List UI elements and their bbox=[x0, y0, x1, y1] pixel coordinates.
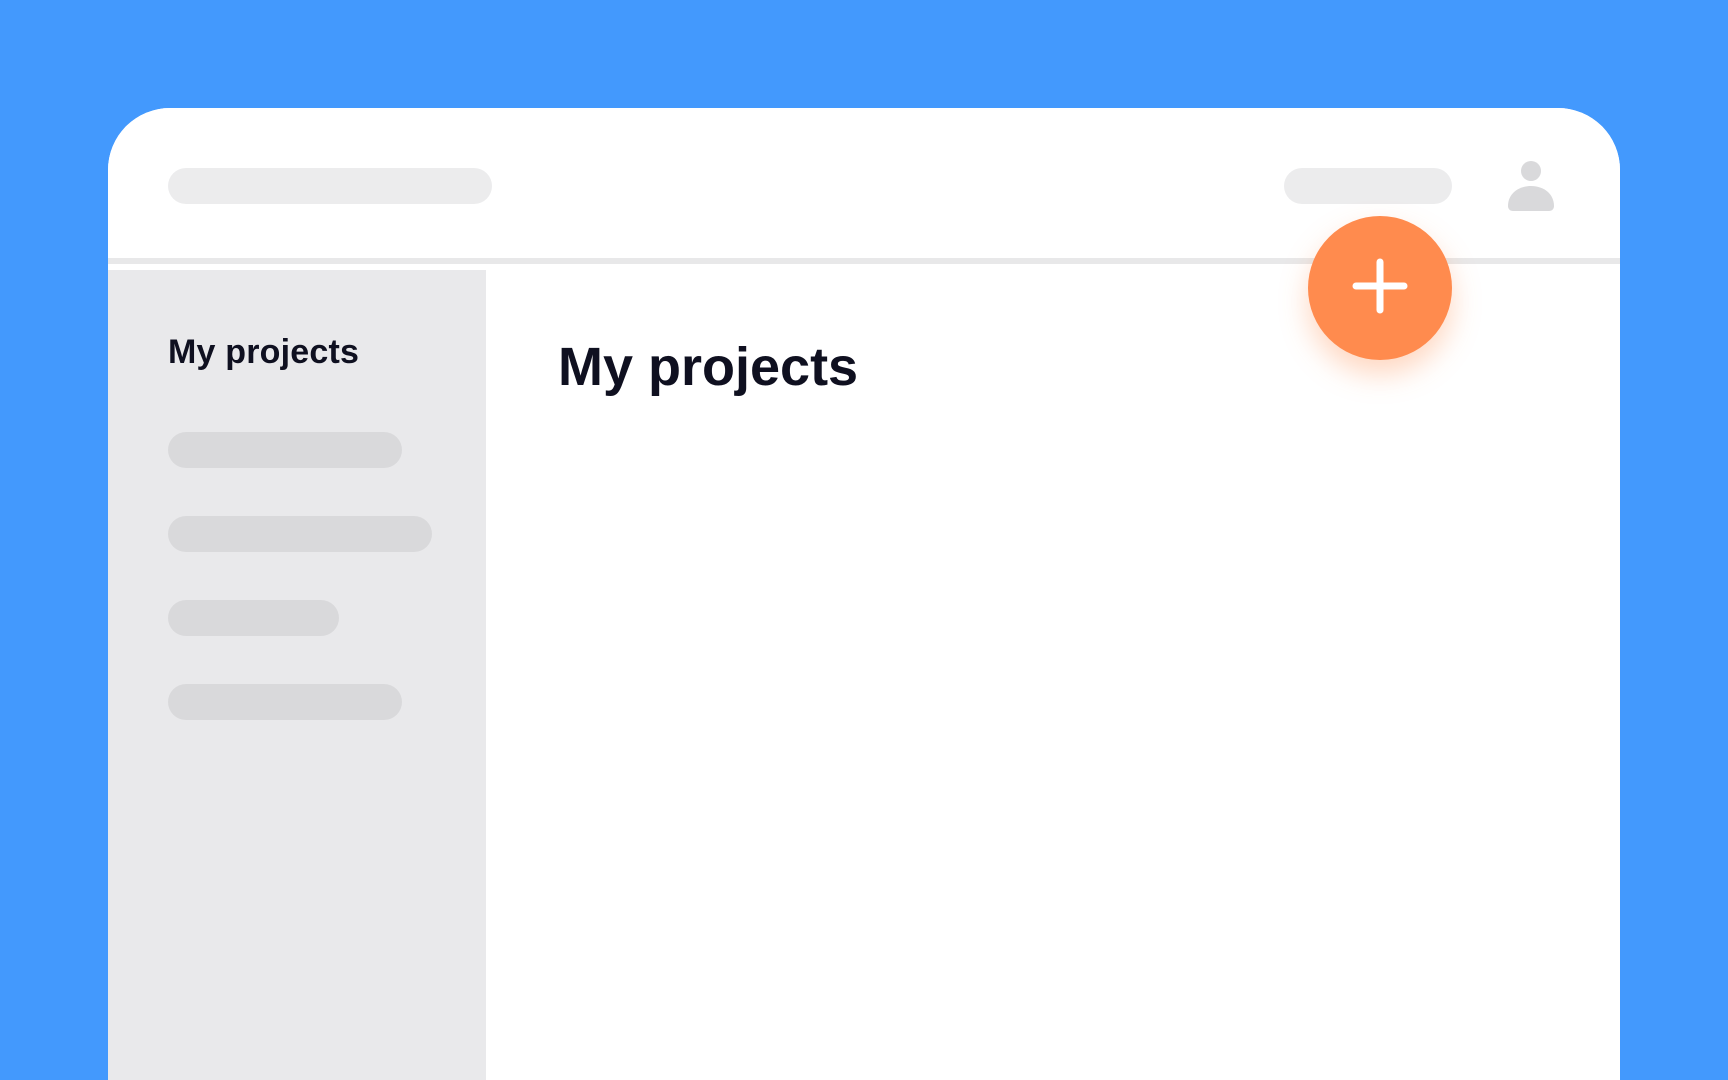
sidebar-item-placeholder[interactable] bbox=[168, 432, 402, 468]
sidebar-item-placeholder[interactable] bbox=[168, 516, 432, 552]
plus-icon bbox=[1350, 256, 1410, 321]
main-content: My projects bbox=[486, 270, 1620, 1080]
user-avatar-icon[interactable] bbox=[1506, 160, 1556, 212]
topbar-action-placeholder[interactable] bbox=[1284, 168, 1452, 204]
sidebar-title: My projects bbox=[168, 333, 360, 371]
sidebar-item-placeholder[interactable] bbox=[168, 684, 402, 720]
page-title: My projects bbox=[558, 337, 859, 397]
sidebar-item-placeholder[interactable] bbox=[168, 600, 339, 636]
sidebar: My projects bbox=[108, 270, 486, 1080]
add-project-button[interactable] bbox=[1308, 216, 1452, 360]
search-placeholder[interactable] bbox=[168, 168, 492, 204]
